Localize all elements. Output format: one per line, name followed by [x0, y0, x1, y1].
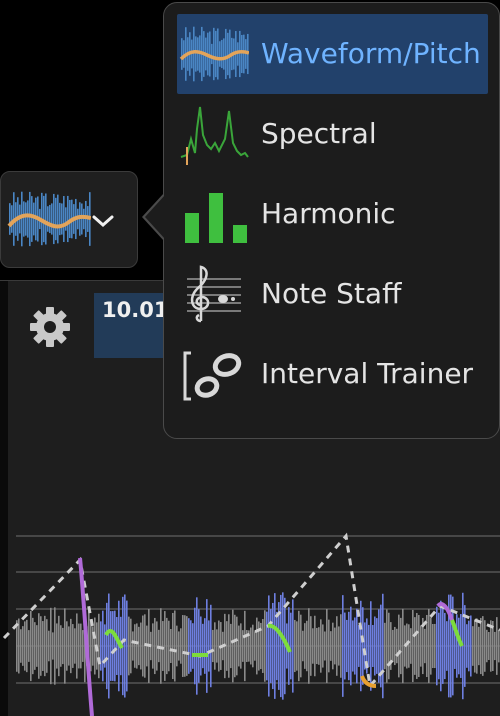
chevron-down-icon: [92, 215, 114, 228]
menu-item-label: Interval Trainer: [261, 357, 474, 390]
view-selector-button[interactable]: [0, 171, 138, 268]
menu-item-label: Note Staff: [261, 277, 402, 310]
spectral-icon: [180, 106, 249, 165]
menu-item-spectral[interactable]: Spectral: [177, 94, 488, 174]
menu-item-interval-trainer[interactable]: Interval Trainer: [177, 334, 488, 414]
harmonic-bars-icon: [185, 193, 247, 243]
menu-item-harmonic[interactable]: Harmonic: [177, 174, 488, 254]
gear-icon[interactable]: [28, 305, 72, 349]
menu-item-label: Spectral: [261, 117, 377, 150]
menu-pointer-fill: [145, 195, 165, 239]
app-root: 10.01 Waveform/Pitch Spectral Harmonic N…: [0, 0, 500, 716]
waveform-pitch-view[interactable]: [0, 520, 500, 716]
waveform-pitch-icon: [179, 26, 249, 82]
menu-item-label: Harmonic: [261, 197, 396, 230]
waveform-pitch-icon: [7, 191, 91, 247]
menu-item-note-staff[interactable]: Note Staff: [177, 254, 488, 334]
treble-clef-icon: [187, 265, 241, 323]
menu-item-waveform-pitch[interactable]: Waveform/Pitch: [177, 14, 488, 94]
menu-item-label: Waveform/Pitch: [261, 37, 481, 70]
interval-trainer-icon: [183, 351, 242, 401]
time-readout-value: 10.01: [102, 298, 169, 322]
